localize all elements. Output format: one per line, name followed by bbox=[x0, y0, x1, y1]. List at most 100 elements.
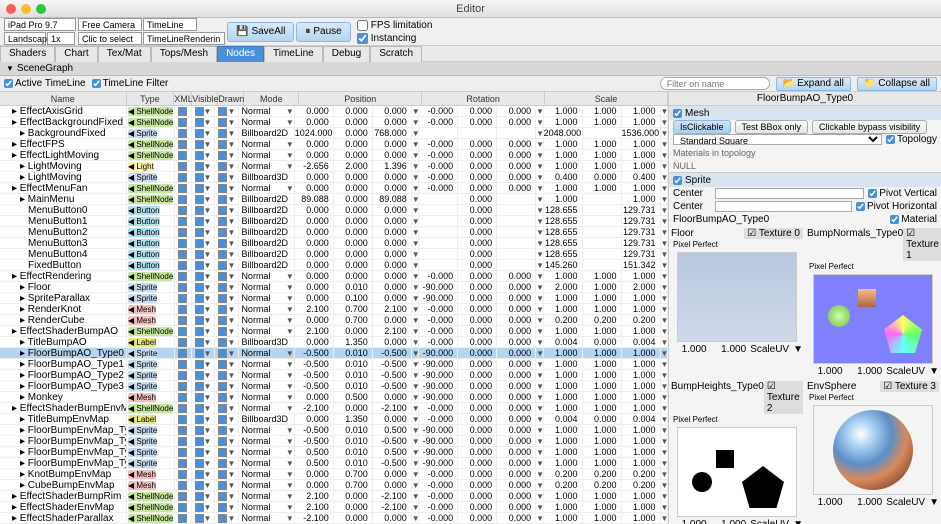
mat-topology-label: Materials in topology bbox=[669, 146, 941, 159]
table-row[interactable]: ▸ RenderCube◀ Mesh▼▼Normal▼0.0000.7000.0… bbox=[0, 315, 668, 326]
tab-bar: ShadersChartTex/MatTops/MeshNodesTimeLin… bbox=[0, 46, 941, 62]
scale-select[interactable]: 1x bbox=[47, 32, 75, 45]
inspector-panel: FloorBumpAO_Type0 Mesh IsClickable Test … bbox=[669, 92, 941, 524]
table-row[interactable]: ▸ TitleBumpAO◀ Label▼▼Billboard3D▼0.0001… bbox=[0, 337, 668, 348]
table-row[interactable]: ▸ EffectShaderParallax◀ ShellNode▼▼Norma… bbox=[0, 513, 668, 524]
texture-slot-2: BumpHeights_Type0☑ Texture 2Pixel Perfec… bbox=[669, 379, 805, 524]
texture-preview-2[interactable] bbox=[677, 427, 797, 517]
table-row[interactable]: ▸ Monkey◀ Mesh▼▼Normal▼0.0000.5000.000▼-… bbox=[0, 392, 668, 403]
inspector-title: FloorBumpAO_Type0 bbox=[669, 92, 941, 106]
orientation-select[interactable]: Landscape bbox=[4, 32, 46, 45]
texture-slot-3: EnvSphere☑ Texture 3Pixel Perfect1.0001.… bbox=[805, 379, 941, 524]
table-row[interactable]: MenuButton2◀ Button▼▼Billboard2D▼0.0000.… bbox=[0, 227, 668, 238]
table-row[interactable]: ▸ FloorBumpEnvMap_Type1◀ Sprite▼▼Normal▼… bbox=[0, 436, 668, 447]
active-timeline-checkbox[interactable]: Active TimeLine bbox=[4, 78, 86, 89]
texture-tab-1[interactable]: ☑ Texture 1 bbox=[903, 228, 941, 261]
table-row[interactable]: ▸ EffectShaderBumpEnvMap◀ ShellNode▼▼Nor… bbox=[0, 403, 668, 414]
testbbox-button[interactable]: Test BBox only bbox=[735, 120, 809, 134]
mesh-section-header[interactable]: Mesh bbox=[669, 106, 941, 120]
tab-tex/mat[interactable]: Tex/Mat bbox=[98, 46, 151, 62]
table-row[interactable]: ▸ FloorBumpEnvMap_Type2◀ Sprite▼▼Normal▼… bbox=[0, 447, 668, 458]
table-header: Name Type XML Visible Drawn Mode Positio… bbox=[0, 92, 668, 106]
table-row[interactable]: ▸ LightMoving◀ Sprite▼▼Billboard3D▼0.000… bbox=[0, 172, 668, 183]
table-row[interactable]: ▸ EffectLightMoving◀ ShellNode▼▼Normal▼0… bbox=[0, 150, 668, 161]
timeline-label[interactable]: TimeLine bbox=[143, 18, 197, 31]
isclickable-button[interactable]: IsClickable bbox=[673, 120, 731, 134]
bypass-button[interactable]: Clickable bypass visibility bbox=[812, 120, 927, 134]
scenegraph-header: ▼SceneGraph bbox=[0, 62, 941, 76]
window-title: Editor bbox=[456, 3, 485, 15]
sprite-section-header[interactable]: Sprite bbox=[669, 173, 941, 187]
scenegraph-tools: Active TimeLine TimeLine Filter 📂Expand … bbox=[0, 76, 941, 92]
table-row[interactable]: ▸ FloorBumpAO_Type1◀ Sprite▼▼Normal▼-0.5… bbox=[0, 359, 668, 370]
table-row[interactable]: ▸ EffectMenuFan◀ ShellNode▼▼Normal▼0.000… bbox=[0, 183, 668, 194]
table-row[interactable]: FixedButton◀ Button▼▼Billboard2D▼0.0000.… bbox=[0, 260, 668, 271]
table-row[interactable]: ▸ EffectShaderBumpRim◀ ShellNode▼▼Normal… bbox=[0, 491, 668, 502]
table-row[interactable]: ▸ FloorBumpEnvMap_Type0◀ Sprite▼▼Normal▼… bbox=[0, 425, 668, 436]
click-select[interactable]: Clic to select bbox=[78, 32, 142, 45]
texture-tab-0[interactable]: ☑ Texture 0 bbox=[744, 228, 803, 239]
table-row[interactable]: ▸ TitleBumpEnvMap◀ Label▼▼Billboard3D▼0.… bbox=[0, 414, 668, 425]
window-titlebar: Editor bbox=[0, 0, 941, 18]
texture-preview-3[interactable] bbox=[813, 405, 933, 495]
scenegraph-tree[interactable]: Name Type XML Visible Drawn Mode Positio… bbox=[0, 92, 669, 524]
material-select[interactable]: Standard Square bbox=[673, 134, 882, 145]
center-h-input[interactable] bbox=[715, 201, 852, 212]
null-label: NULL bbox=[669, 159, 941, 172]
texture-tab-2[interactable]: ☑ Texture 2 bbox=[764, 381, 803, 414]
filter-input[interactable] bbox=[660, 77, 770, 90]
collapse-all-button[interactable]: 📁Collapse all bbox=[857, 77, 937, 91]
table-row[interactable]: ▸ EffectAxisGrid◀ ShellNode▼▼Normal▼0.00… bbox=[0, 106, 668, 117]
table-row[interactable]: ▸ EffectBackgroundFixed◀ ShellNode▼▼Norm… bbox=[0, 117, 668, 128]
table-row[interactable]: ▸ MainMenu◀ ShellNode▼▼Billboard2D▼89.08… bbox=[0, 194, 668, 205]
tab-timeline[interactable]: TimeLine bbox=[264, 46, 323, 62]
tab-debug[interactable]: Debug bbox=[323, 46, 370, 62]
table-row[interactable]: ▸ FloorBumpAO_Type2◀ Sprite▼▼Normal▼-0.5… bbox=[0, 370, 668, 381]
texture-slot-1: BumpNormals_Type0☑ Texture 1Pixel Perfec… bbox=[805, 226, 941, 379]
texture-tab-3[interactable]: ☑ Texture 3 bbox=[880, 381, 939, 392]
camera-select[interactable]: Free Camera bbox=[78, 18, 142, 31]
table-row[interactable]: ▸ Floor◀ Sprite▼▼Normal▼0.0000.0100.000▼… bbox=[0, 282, 668, 293]
table-row[interactable]: MenuButton1◀ Button▼▼Billboard2D▼0.0000.… bbox=[0, 216, 668, 227]
tab-tops/mesh[interactable]: Tops/Mesh bbox=[151, 46, 217, 62]
table-row[interactable]: ▸ FloorBumpAO_Type0◀ Sprite▼▼Normal▼-0.5… bbox=[0, 348, 668, 359]
table-row[interactable]: ▸ BackgroundFixed◀ Sprite▼▼Billboard2D▼1… bbox=[0, 128, 668, 139]
device-select[interactable]: iPad Pro 9.7 bbox=[4, 18, 76, 31]
table-row[interactable]: ▸ EffectRendering◀ ShellNode▼▼Normal▼0.0… bbox=[0, 271, 668, 282]
tab-nodes[interactable]: Nodes bbox=[217, 46, 264, 62]
table-row[interactable]: ▸ EffectShaderBumpAO◀ ShellNode▼▼Normal▼… bbox=[0, 326, 668, 337]
close-icon[interactable] bbox=[6, 4, 16, 14]
saveall-button[interactable]: 💾SaveAll bbox=[227, 22, 294, 42]
expand-all-button[interactable]: 📂Expand all bbox=[776, 77, 851, 91]
table-row[interactable]: ▸ EffectFPS◀ ShellNode▼▼Normal▼0.0000.00… bbox=[0, 139, 668, 150]
table-row[interactable]: ▸ SpriteParallax◀ Sprite▼▼Normal▼0.0000.… bbox=[0, 293, 668, 304]
table-row[interactable]: ▸ CubeBumpEnvMap◀ Mesh▼▼Normal▼0.0000.70… bbox=[0, 480, 668, 491]
timeline-filter-checkbox[interactable]: TimeLine Filter bbox=[92, 78, 169, 89]
table-row[interactable]: ▸ FloorBumpEnvMap_Type3◀ Sprite▼▼Normal▼… bbox=[0, 458, 668, 469]
table-row[interactable]: ▸ RenderKnot◀ Mesh▼▼Normal▼2.1000.7002.1… bbox=[0, 304, 668, 315]
chevron-down-icon: ▼ bbox=[6, 64, 14, 73]
texture-preview-1[interactable] bbox=[813, 274, 933, 364]
zoom-icon[interactable] bbox=[36, 4, 46, 14]
table-row[interactable]: ▸ LightMoving◀ Light▼▼Normal▼-2.6562.000… bbox=[0, 161, 668, 172]
topology-checkbox[interactable]: Topology bbox=[886, 134, 937, 145]
timeline-render-select[interactable]: TimeLineRenderin bbox=[143, 32, 225, 45]
tab-chart[interactable]: Chart bbox=[55, 46, 97, 62]
pause-button[interactable]: ⏸Pause bbox=[296, 22, 350, 42]
table-row[interactable]: ▸ EffectShaderEnvMap◀ ShellNode▼▼Normal▼… bbox=[0, 502, 668, 513]
pause-icon: ⏸ bbox=[305, 26, 310, 37]
fps-checkbox[interactable]: FPS limitation bbox=[357, 20, 433, 31]
table-row[interactable]: ▸ FloorBumpAO_Type3◀ Sprite▼▼Normal▼-0.5… bbox=[0, 381, 668, 392]
texture-preview-0[interactable] bbox=[677, 252, 797, 342]
texture-slot-0: Floor☑ Texture 0Pixel Perfect1.0001.000S… bbox=[669, 226, 805, 379]
table-row[interactable]: MenuButton4◀ Button▼▼Billboard2D▼0.0000.… bbox=[0, 249, 668, 260]
center-v-input[interactable] bbox=[715, 188, 864, 199]
table-row[interactable]: MenuButton0◀ Button▼▼Billboard2D▼0.0000.… bbox=[0, 205, 668, 216]
table-row[interactable]: ▸ KnotBumpEnvMap◀ Mesh▼▼Normal▼0.0000.70… bbox=[0, 469, 668, 480]
tab-scratch[interactable]: Scratch bbox=[370, 46, 422, 62]
tab-shaders[interactable]: Shaders bbox=[0, 46, 55, 62]
minimize-icon[interactable] bbox=[21, 4, 31, 14]
table-row[interactable]: MenuButton3◀ Button▼▼Billboard2D▼0.0000.… bbox=[0, 238, 668, 249]
main-toolbar: iPad Pro 9.7 Landscape 1x Free Camera Ti… bbox=[0, 18, 941, 46]
instancing-checkbox[interactable]: Instancing bbox=[357, 33, 433, 44]
